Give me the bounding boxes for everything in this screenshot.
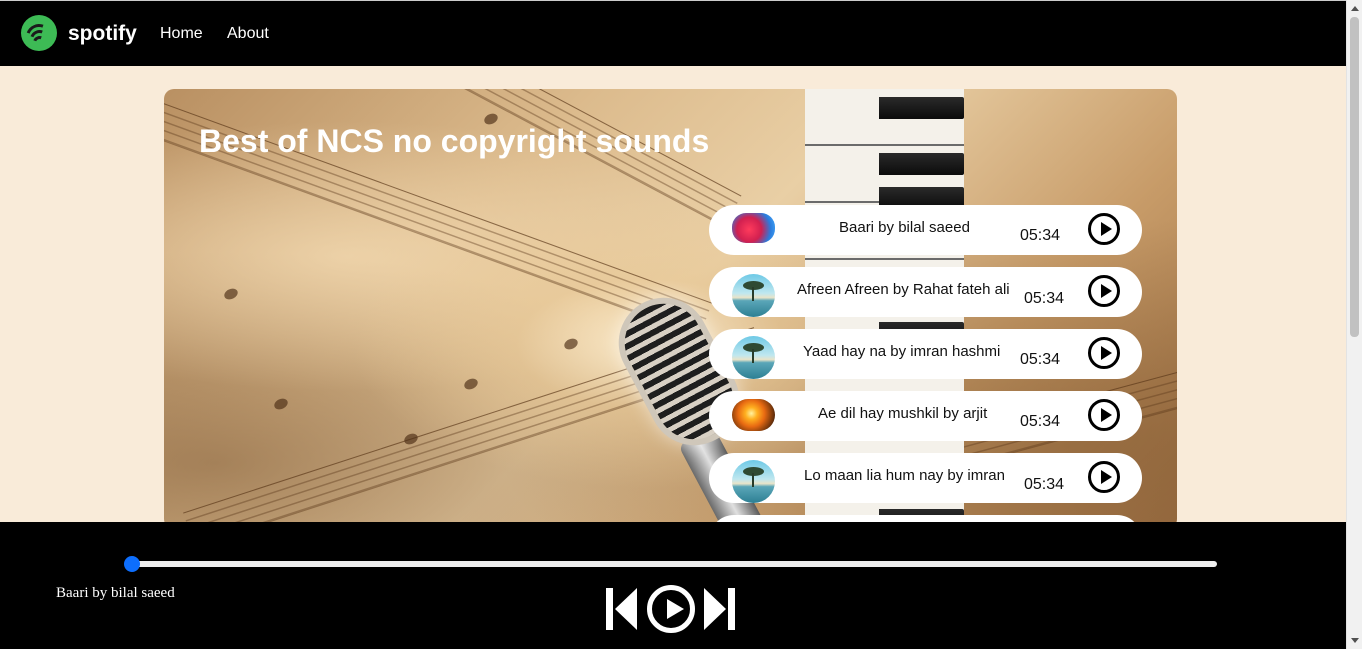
scrollbar-thumb[interactable] [1350, 17, 1359, 337]
scroll-up-arrow-icon[interactable] [1351, 6, 1359, 11]
next-icon[interactable] [704, 586, 736, 630]
song-cover-image [732, 399, 775, 431]
song-duration: 05:34 [1020, 351, 1061, 368]
song-cover-image [732, 336, 775, 379]
song-cover-image [732, 213, 775, 243]
song-item[interactable]: Yaad hay na by imran hashmi 05:34 [709, 329, 1142, 379]
play-circle-icon[interactable] [1088, 461, 1120, 493]
song-cover-image [732, 274, 775, 317]
scroll-down-arrow-icon[interactable] [1351, 638, 1359, 643]
player-bar: Baari by bilal saeed [0, 522, 1346, 649]
song-duration: 05:34 [1024, 476, 1065, 493]
nav-about-link[interactable]: About [227, 25, 269, 43]
song-name: Ae dil hay mushkil by arjit [818, 405, 988, 422]
song-item[interactable]: Ae dil hay mushkil by arjit 05:34 [709, 391, 1142, 441]
song-name: Lo maan lia hum nay by imran [804, 467, 1005, 484]
play-icon[interactable] [647, 585, 695, 633]
progress-track[interactable] [127, 561, 1217, 567]
play-circle-icon[interactable] [1088, 399, 1120, 431]
now-playing-title: Baari by bilal saeed [56, 585, 175, 601]
playlist-title: Best of NCS no copyright sounds [199, 123, 710, 159]
spotify-logo-icon[interactable] [21, 15, 57, 51]
song-list-container: Best of NCS no copyright sounds Baari by… [164, 89, 1177, 529]
song-name: Afreen Afreen by Rahat fateh ali [797, 281, 1010, 298]
song-name: Baari by bilal saeed [839, 219, 970, 236]
brand-name[interactable]: spotify [68, 22, 137, 46]
song-item[interactable]: Afreen Afreen by Rahat fateh ali 05:34 [709, 267, 1142, 317]
song-cover-image [732, 460, 775, 503]
song-duration: 05:34 [1024, 290, 1065, 307]
play-circle-icon[interactable] [1088, 275, 1120, 307]
navbar: spotify Home About [0, 0, 1346, 66]
play-circle-icon[interactable] [1088, 337, 1120, 369]
progress-slider-thumb[interactable] [124, 556, 140, 572]
song-duration: 05:34 [1020, 227, 1061, 244]
song-item[interactable]: Lo maan lia hum nay by imran 05:34 [709, 453, 1142, 503]
previous-icon[interactable] [606, 586, 638, 630]
song-name: Yaad hay na by imran hashmi [803, 343, 1001, 360]
song-duration: 05:34 [1020, 413, 1061, 430]
page-scrollbar[interactable] [1346, 0, 1362, 649]
nav-home-link[interactable]: Home [160, 25, 203, 43]
song-item[interactable]: Baari by bilal saeed 05:34 [709, 205, 1142, 255]
play-circle-icon[interactable] [1088, 213, 1120, 245]
